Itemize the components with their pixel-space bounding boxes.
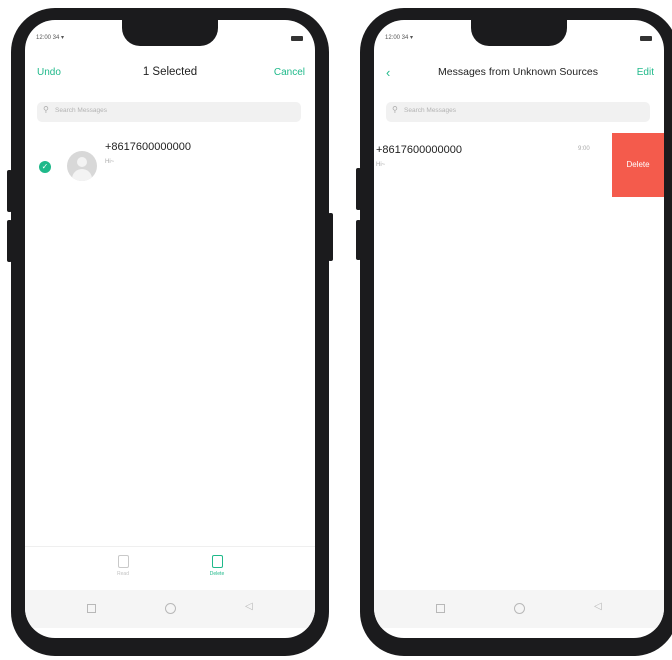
swipe-delete-button[interactable]: Delete — [612, 133, 664, 197]
notch — [122, 20, 218, 46]
message-sender: +8617600000000 — [376, 144, 462, 156]
volume-up-button — [356, 168, 361, 210]
volume-up-button — [7, 170, 12, 212]
delete-button[interactable]: Delete — [197, 555, 237, 577]
avatar — [67, 151, 97, 181]
message-snippet: Hi~ — [376, 162, 386, 168]
read-button[interactable]: Read — [103, 555, 143, 577]
home-icon[interactable] — [165, 603, 176, 614]
read-icon — [117, 555, 129, 568]
screen-selection-mode: 12:00 34 ▾ Undo 1 Selected Cancel ⚲ Sear… — [25, 20, 315, 638]
read-label: Read — [117, 571, 129, 577]
notch — [471, 20, 567, 46]
search-input[interactable]: ⚲ Search Messages — [37, 102, 301, 122]
message-time: 9:00 — [578, 146, 590, 152]
edit-button[interactable]: Edit — [637, 67, 654, 78]
volume-down-button — [356, 220, 361, 260]
message-snippet: Hi~ — [105, 159, 115, 165]
system-navbar: ◁ — [25, 590, 315, 628]
search-placeholder: Search Messages — [55, 107, 108, 114]
volume-down-button — [7, 220, 12, 262]
phone-frame-left: 12:00 34 ▾ Undo 1 Selected Cancel ⚲ Sear… — [7, 8, 333, 656]
status-time: 12:00 34 ▾ — [36, 35, 65, 41]
home-icon[interactable] — [514, 603, 525, 614]
cancel-button[interactable]: Cancel — [274, 67, 305, 78]
recents-icon[interactable] — [436, 604, 445, 613]
back-icon[interactable]: ◁ — [245, 601, 253, 612]
delete-icon — [211, 555, 223, 568]
screen-unknown-sources: 12:00 34 ▾ ‹ Messages from Unknown Sourc… — [374, 20, 664, 638]
battery-icon — [291, 36, 303, 41]
page-title: Messages from Unknown Sources — [438, 66, 598, 78]
bottom-action-bar: Read Delete — [25, 546, 315, 590]
back-icon[interactable]: ◁ — [594, 601, 602, 612]
back-arrow-icon[interactable]: ‹ — [386, 65, 390, 80]
search-input[interactable]: ⚲ Search Messages — [386, 102, 650, 122]
header-bar: ‹ Messages from Unknown Sources Edit — [374, 64, 664, 84]
check-icon[interactable]: ✓ — [39, 161, 51, 173]
power-button — [328, 213, 333, 261]
search-icon: ⚲ — [43, 105, 49, 114]
status-time: 12:00 34 ▾ — [385, 35, 414, 41]
search-icon: ⚲ — [392, 105, 398, 114]
search-placeholder: Search Messages — [404, 107, 457, 114]
recents-icon[interactable] — [87, 604, 96, 613]
page-title: 1 Selected — [142, 66, 198, 78]
battery-icon — [640, 36, 652, 41]
system-navbar: ◁ — [374, 590, 664, 628]
phone-frame-right: 12:00 34 ▾ ‹ Messages from Unknown Sourc… — [356, 8, 672, 656]
message-sender: +8617600000000 — [105, 141, 191, 153]
delete-label: Delete — [209, 571, 225, 577]
selection-toolbar: Undo 1 Selected Cancel — [25, 64, 315, 84]
